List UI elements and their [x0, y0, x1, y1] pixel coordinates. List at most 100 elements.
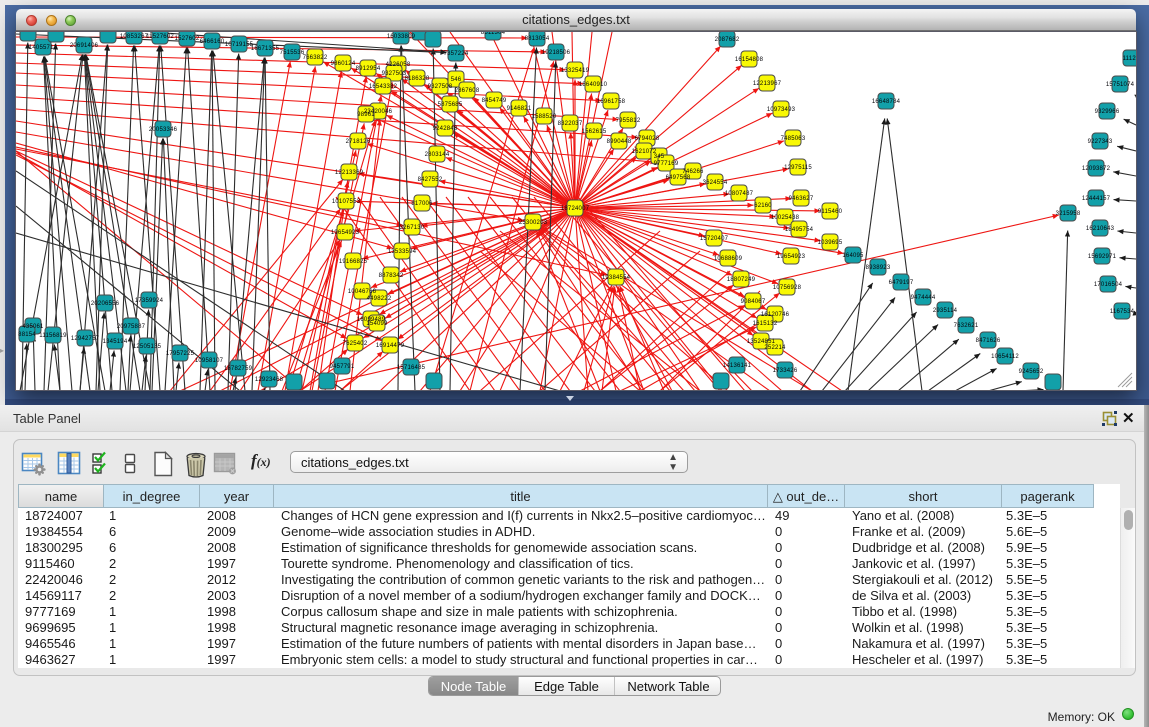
- svg-text:3624554: 3624554: [703, 180, 728, 186]
- svg-text:3215958: 3215958: [1056, 211, 1081, 217]
- svg-text:12213967: 12213967: [753, 81, 782, 87]
- svg-text:5875685: 5875685: [438, 102, 463, 108]
- svg-text:11527602: 11527602: [146, 34, 174, 40]
- svg-text:10688609: 10688609: [714, 256, 743, 262]
- svg-text:6466160: 6466160: [200, 39, 225, 45]
- svg-text:16961758: 16961758: [597, 99, 626, 105]
- svg-text:20053346: 20053346: [149, 127, 178, 133]
- svg-text:8912954: 8912954: [356, 66, 381, 72]
- svg-text:12444157: 12444157: [1082, 196, 1111, 202]
- svg-text:4226058: 4226058: [386, 62, 411, 68]
- svg-text:12213369: 12213369: [335, 170, 364, 176]
- svg-text:19166825: 19166825: [339, 259, 368, 265]
- svg-text:8322037: 8322037: [558, 121, 583, 127]
- svg-text:7955812: 7955812: [616, 118, 641, 124]
- svg-text:7663822: 7663822: [303, 55, 328, 61]
- svg-text:16154808: 16154808: [735, 57, 764, 63]
- svg-text:12975115: 12975115: [784, 165, 812, 171]
- svg-text:16782759: 16782759: [224, 366, 253, 372]
- svg-text:435061: 435061: [22, 324, 44, 330]
- svg-text:9474444: 9474444: [911, 295, 936, 301]
- svg-text:9860124: 9860124: [331, 61, 356, 67]
- svg-text:10853267: 10853267: [120, 34, 149, 40]
- svg-text:9227343: 9227343: [1088, 139, 1113, 145]
- svg-text:8813054: 8813054: [525, 36, 550, 42]
- svg-text:20975887: 20975887: [117, 324, 146, 330]
- svg-text:12093872: 12093872: [1082, 166, 1111, 172]
- svg-text:7632621: 7632621: [954, 323, 979, 329]
- svg-text:18495754: 18495754: [785, 227, 814, 233]
- svg-text:15716485: 15716485: [397, 365, 426, 371]
- svg-text:164095: 164095: [842, 253, 864, 259]
- svg-text:2935114: 2935114: [933, 308, 958, 314]
- svg-text:4498222: 4498222: [367, 296, 392, 302]
- svg-text:9457791: 9457791: [330, 364, 355, 370]
- svg-text:19218506: 19218506: [542, 50, 571, 56]
- svg-text:3267130: 3267130: [400, 225, 425, 231]
- svg-text:10807487: 10807487: [725, 191, 754, 197]
- svg-text:8471626: 8471626: [976, 338, 1001, 344]
- svg-text:19654923: 19654923: [331, 230, 360, 236]
- svg-text:8454749: 8454749: [482, 98, 507, 104]
- svg-text:12942757: 12942757: [71, 336, 100, 342]
- svg-text:8186328: 8186328: [405, 76, 430, 82]
- svg-text:345: 345: [654, 154, 665, 160]
- svg-text:1733426: 1733426: [773, 368, 798, 374]
- svg-text:9084067: 9084067: [741, 299, 766, 305]
- svg-text:20691406: 20691406: [70, 43, 99, 49]
- svg-text:6479197: 6479197: [889, 280, 914, 286]
- svg-text:7357224: 7357224: [444, 51, 469, 57]
- svg-text:9115460: 9115460: [818, 209, 843, 215]
- svg-text:6497568: 6497568: [666, 175, 691, 181]
- svg-text:14055713: 14055713: [29, 45, 58, 51]
- svg-text:154099: 154099: [366, 321, 388, 327]
- svg-text:10654112: 10654112: [991, 354, 1019, 360]
- svg-text:9245652: 9245652: [1019, 369, 1044, 375]
- svg-text:817006: 817006: [411, 201, 433, 207]
- svg-text:1562615: 1562615: [582, 129, 607, 135]
- svg-text:18724007: 18724007: [561, 206, 590, 212]
- svg-text:2867608: 2867608: [455, 88, 480, 94]
- svg-text:98961: 98961: [357, 112, 375, 118]
- svg-text:2087682: 2087682: [715, 37, 740, 43]
- svg-text:15720407: 15720407: [700, 236, 729, 242]
- svg-text:18807249: 18807249: [727, 277, 756, 283]
- svg-text:10973493: 10973493: [767, 107, 796, 113]
- svg-text:12923468: 12923468: [255, 377, 284, 383]
- svg-text:17359924: 17359924: [135, 298, 164, 304]
- svg-text:10958107: 10958107: [195, 358, 224, 364]
- svg-text:8878342: 8878342: [379, 273, 404, 279]
- svg-text:10756928: 10756928: [773, 285, 802, 291]
- svg-text:2803144: 2803144: [425, 152, 450, 158]
- svg-text:546: 546: [451, 77, 462, 83]
- svg-text:9777169: 9777169: [654, 161, 679, 167]
- svg-text:1167534: 1167534: [1110, 309, 1135, 315]
- svg-text:15751074: 15751074: [1106, 82, 1135, 88]
- svg-text:6794028: 6794028: [635, 136, 660, 142]
- svg-text:9329966: 9329966: [1095, 109, 1120, 115]
- svg-text:16914479: 16914479: [376, 343, 405, 349]
- svg-text:1615132: 1615132: [753, 321, 778, 327]
- svg-text:16543382: 16543382: [369, 84, 398, 90]
- svg-text:10107553: 10107553: [332, 199, 361, 205]
- svg-text:9463627: 9463627: [789, 196, 814, 202]
- svg-text:16120746: 16120746: [761, 312, 790, 318]
- svg-text:1527602: 1527602: [175, 36, 200, 42]
- svg-text:14136141: 14136141: [723, 363, 752, 369]
- svg-text:11156819: 11156819: [39, 333, 67, 339]
- svg-text:252214: 252214: [764, 345, 786, 351]
- svg-text:2718126: 2718126: [346, 139, 371, 145]
- svg-text:7625402: 7625402: [343, 341, 368, 347]
- svg-text:62160: 62160: [754, 203, 772, 209]
- svg-text:8938923: 8938923: [866, 265, 891, 271]
- svg-text:19654923: 19654923: [777, 254, 806, 260]
- svg-text:1588520: 1588520: [532, 114, 557, 120]
- svg-text:16648784: 16648784: [872, 99, 901, 105]
- svg-text:9327508: 9327508: [428, 84, 453, 90]
- svg-text:20206556: 20206556: [91, 301, 120, 307]
- svg-text:17957225: 17957225: [166, 351, 195, 357]
- svg-text:8511304: 8511304: [481, 32, 506, 36]
- svg-text:88154: 88154: [18, 332, 36, 338]
- svg-text:19384554: 19384554: [602, 275, 631, 281]
- svg-text:16671355: 16671355: [251, 46, 280, 52]
